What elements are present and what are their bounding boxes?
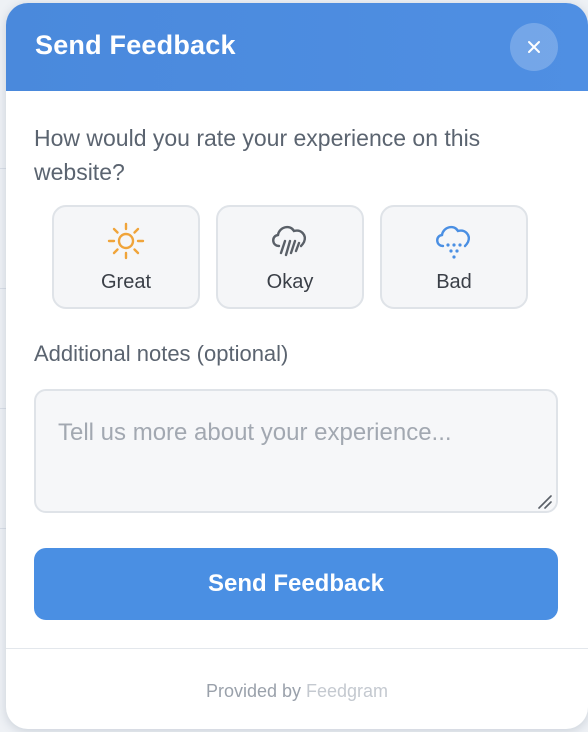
rating-okay-label: Okay	[266, 271, 314, 293]
close-icon	[528, 41, 540, 53]
feedback-widget: Send Feedback How would you rate your ex…	[6, 3, 588, 729]
footer-divider	[6, 648, 588, 649]
close-button[interactable]	[510, 23, 558, 71]
send-feedback-button[interactable]: Send Feedback	[34, 548, 558, 620]
sun-icon	[107, 222, 145, 260]
notes-label: Additional notes (optional)	[34, 341, 289, 366]
footer-brand-link[interactable]: Feedgram	[306, 681, 388, 701]
snow-cloud-icon	[436, 225, 470, 259]
footer-prefix: Provided by	[205, 681, 301, 701]
rain-cloud-icon	[272, 225, 306, 257]
rating-bad-button[interactable]: Bad	[380, 205, 528, 309]
footer: Provided by Feedgram	[6, 681, 588, 702]
rating-okay-button[interactable]: Okay	[216, 205, 364, 309]
notes-textarea[interactable]	[34, 389, 558, 513]
rating-bad-label: Bad	[436, 271, 472, 293]
rating-great-label: Great	[100, 271, 152, 293]
rating-options: Great Okay Bad	[52, 205, 528, 309]
widget-title: Send Feedback	[35, 30, 236, 60]
rating-question: How would you rate your experience on th…	[34, 125, 481, 185]
resize-handle-icon[interactable]	[536, 493, 552, 509]
widget-header: Send Feedback	[6, 3, 588, 91]
rating-great-button[interactable]: Great	[52, 205, 200, 309]
